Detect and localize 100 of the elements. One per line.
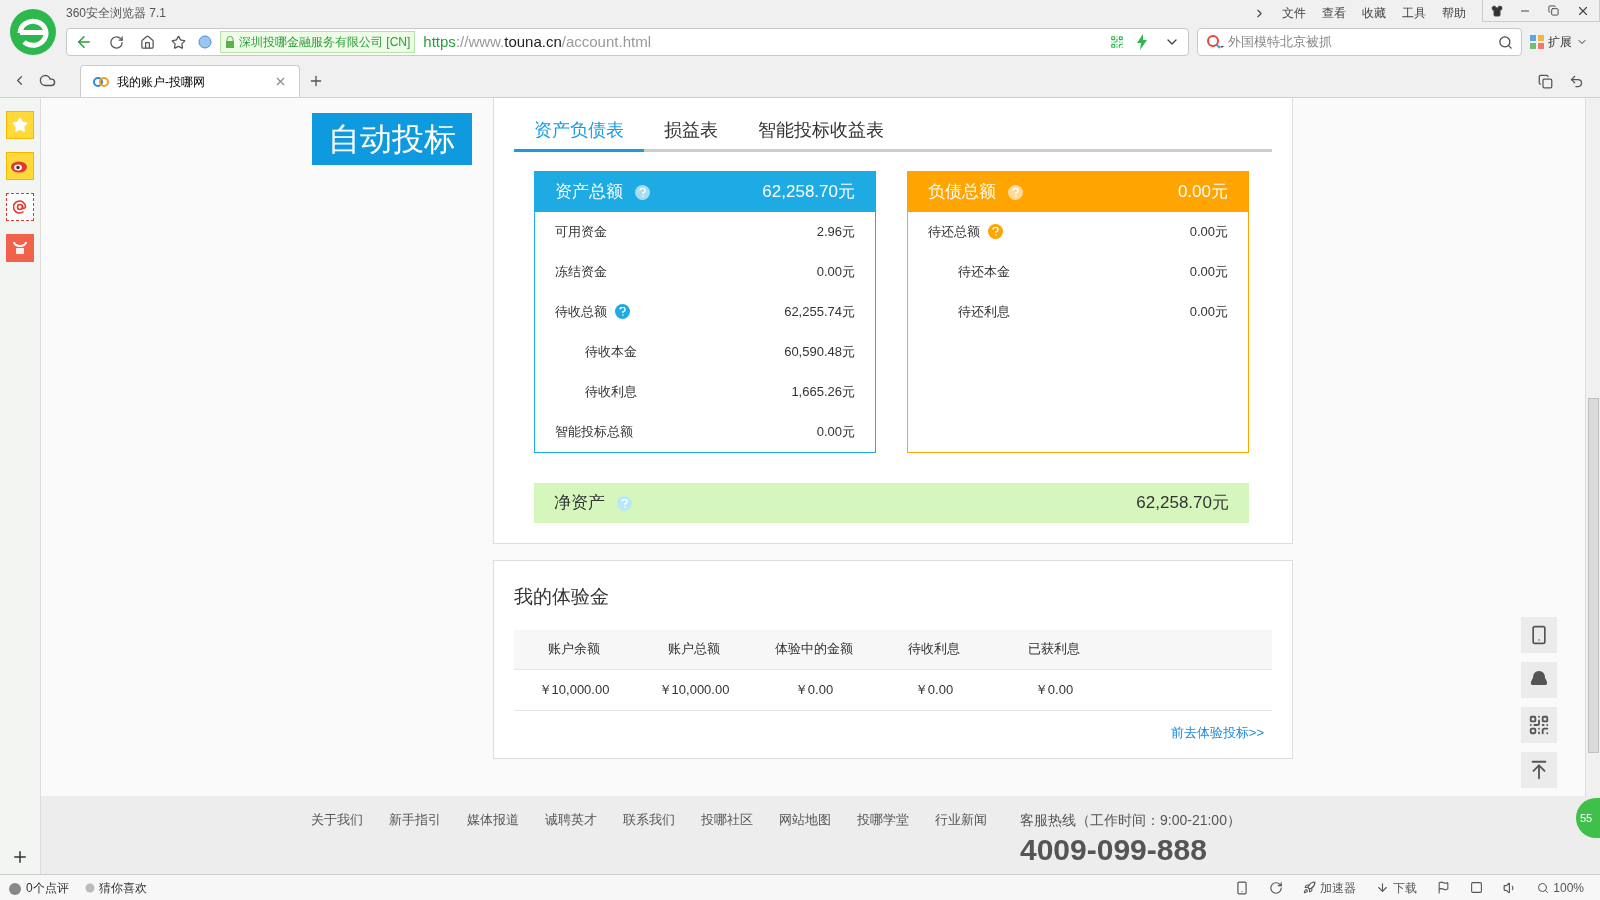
zoom-level[interactable]: 100% [1553,878,1584,897]
weibo-icon[interactable] [6,152,34,180]
net-assets-value: 62,258.70元 [1136,492,1229,515]
menu-item[interactable]: 查看 [1322,4,1346,22]
lightning-icon[interactable] [1136,34,1148,50]
card-title: 负债总额 [928,181,996,204]
download-icon [1376,881,1390,894]
search-input[interactable]: 外国模特北京被抓 [1228,32,1494,52]
column-header: 待收利息 [907,640,961,659]
row-value: 60,590.48元 [784,343,855,362]
home-icon[interactable] [140,34,155,50]
url-text: https://www.touna.cn/account.html [423,31,651,52]
footer-link[interactable]: 投哪学堂 [857,810,909,830]
shopping-bag-icon[interactable] [6,234,34,262]
window-title: 360安全浏览器 7.1 [66,5,167,22]
row-value: 0.00元 [816,263,855,282]
qr-code-icon [1528,714,1550,736]
panel-title: 我的体验金 [514,585,610,609]
footer-link[interactable]: 联系我们 [623,810,675,830]
help-icon[interactable] [635,185,650,200]
column-header: 账户余额 [547,640,601,659]
back-to-top-button[interactable] [1521,752,1557,788]
row-value: 0.00元 [1189,263,1228,282]
row-value: 1,665.26元 [791,383,855,402]
table-cell-text: ￥0.00 [1033,680,1075,699]
search-field[interactable]: 外国模特北京被抓 [1197,28,1522,56]
address-bar[interactable]: 深圳投哪金融服务有限公司 [CN] https://www.touna.cn/account.html [66,28,1189,56]
card-total: 0.00元 [1177,181,1228,204]
trial-bid-link[interactable]: 前去体验投标>> [1170,722,1264,742]
extensions-label: 扩展 [1548,34,1572,51]
restore-icon [1547,5,1559,16]
tab-label: 我的账户-投哪网 [117,73,205,91]
search-icon[interactable] [1498,34,1513,50]
footer-link[interactable]: 网站地图 [779,810,831,830]
flag-icon[interactable] [1437,881,1451,894]
undo-icon[interactable] [1569,74,1584,89]
footer-link[interactable]: 投哪社区 [701,810,753,830]
cloud-icon[interactable] [39,72,56,89]
search-engine-icon[interactable] [1206,34,1224,50]
column-header: 已获利息 [1027,640,1081,659]
phone-icon [1529,625,1549,645]
footer-link[interactable]: 行业新闻 [935,810,987,830]
hotline-label: 客服热线（工作时间：9:00-21:00） [1020,811,1241,830]
row-label: 待还总额 [928,223,980,242]
zoom-icon [1537,881,1550,894]
back-icon[interactable] [75,33,93,51]
rocket-icon [1303,881,1317,894]
menu-item[interactable]: 文件 [1282,4,1306,22]
download-button[interactable]: 下载 [1393,878,1418,897]
row-label: 智能投标总额 [555,423,633,442]
reload-icon[interactable] [109,34,124,50]
extensions-icon [1530,35,1544,49]
dot-icon [84,882,95,893]
browser-logo [9,8,57,56]
statement-tab[interactable]: 智能投标收益表 [738,112,904,152]
add-icon[interactable] [11,848,29,866]
window-icon[interactable] [1470,881,1484,894]
phone-icon[interactable] [1235,880,1250,895]
footer-link[interactable]: 关于我们 [311,810,363,830]
row-label: 待收利息 [585,383,637,402]
phone-button[interactable] [1521,617,1557,653]
mail-icon[interactable] [6,193,34,221]
statement-tab[interactable]: 损益表 [644,112,738,152]
penguin-button[interactable] [1521,662,1557,698]
footer-link[interactable]: 诚聘英才 [545,810,597,830]
card-title: 资产总额 [555,181,623,204]
menu-item[interactable]: 工具 [1402,4,1426,22]
restore-tab-icon[interactable] [1538,74,1553,89]
table-cell-text: ￥0.00 [913,680,955,699]
table-cell-text: ￥10,000.00 [537,680,611,699]
scrollbar[interactable] [1585,98,1600,796]
browser-tab[interactable]: 我的账户-投哪网 [80,65,300,97]
row-label: 冻结资金 [555,263,607,282]
extensions-button[interactable]: 扩展 [1530,33,1588,51]
reviews-status[interactable]: 0个点评 [26,878,69,897]
shirt-icon [1491,4,1503,17]
close-tab-icon[interactable] [274,75,287,88]
new-tab-icon[interactable] [308,73,324,89]
footer-link[interactable]: 新手指引 [389,810,441,830]
card-total: 62,258.70元 [762,181,855,204]
recommendations-link[interactable]: 猜你喜欢 [98,878,147,897]
row-label: 待收本金 [585,343,637,362]
table-cell-text: ￥0.00 [793,680,835,699]
accelerator-button[interactable]: 加速器 [1320,878,1357,897]
row-label: 可用资金 [555,223,607,242]
row-value: 0.00元 [816,423,855,442]
menu-item[interactable]: 帮助 [1442,4,1466,22]
row-label: 待还本金 [958,263,1010,282]
qr-code-icon[interactable] [1110,35,1124,49]
table-cell-text: ￥10,000.00 [657,680,731,699]
hotline-number: 4009-099-888 [1020,833,1208,867]
column-header: 账户总额 [667,640,721,659]
menu-item[interactable]: 收藏 [1362,4,1386,22]
refresh-icon[interactable] [1269,880,1284,895]
help-icon[interactable] [615,304,630,320]
qr-code-button[interactable] [1521,707,1557,743]
favorite-icon[interactable] [171,34,186,50]
row-label: 待收总额 [555,303,607,322]
column-header: 体验中的金额 [774,640,854,659]
footer-link[interactable]: 媒体报道 [467,810,519,830]
